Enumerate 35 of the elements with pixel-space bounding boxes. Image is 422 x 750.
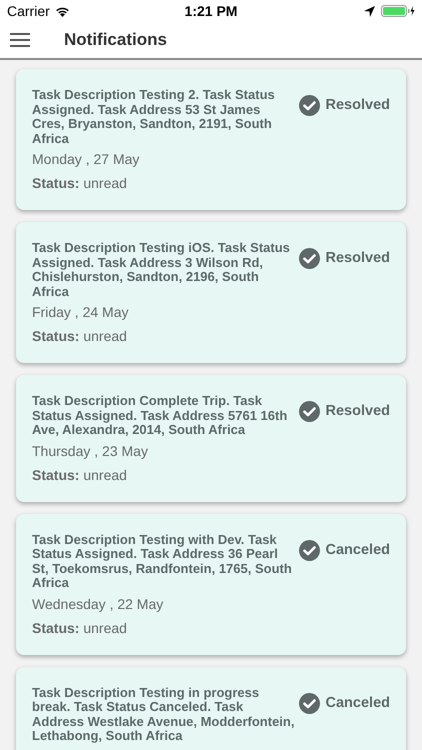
read-status: Status: unread (32, 174, 128, 192)
check-circle-icon (298, 540, 320, 560)
task-state-label: Canceled (326, 694, 390, 712)
menu-button[interactable] (10, 30, 30, 50)
notification-card[interactable]: Task Description Testing with Dev. Task Status Assigned. Task Address 36 Pearl St, Toekomsrus, Randfontein, 1765, South Africa Wednesday , 22 May Status: unread Canceled (16, 514, 406, 654)
task-state-label: Resolved (326, 402, 390, 421)
notification-date: Wednesday , 22 May (32, 594, 164, 612)
read-status: Status: unread (32, 327, 128, 345)
read-status: Status: unread (32, 618, 128, 636)
check-circle-icon (298, 248, 320, 269)
page-title: Notifications (64, 29, 167, 52)
read-status: Status: unread (32, 466, 128, 484)
notification-date: Thursday , 23 May (32, 442, 149, 460)
task-description: Task Description Testing with Dev. Task Status Assigned. Task Address 36 Pearl St, Toekomsrus, Randfontein, 1765, South Africa (32, 532, 293, 590)
notification-card[interactable]: Task Description Complete Trip. Task Status Assigned. Task Address 5761 16th Ave, Alexandra, 2014, South Africa Thursday , 23 May Status: unread Resolved (16, 375, 406, 502)
wifi-icon (54, 6, 70, 16)
notification-card[interactable]: Task Description Testing in progress break. Task Status Canceled. Task Address Westlake Avenue, Modderfontein, Lethabong, South Africa Canceled (16, 666, 406, 750)
clock-time: 1:21 PM (184, 2, 238, 20)
battery-icon (380, 5, 415, 17)
task-state-label: Resolved (326, 249, 390, 268)
notification-date: Friday , 24 May (32, 303, 130, 321)
task-state-label: Canceled (326, 540, 390, 560)
task-description: Task Description Testing in progress break. Task Status Canceled. Task Address Westlake Avenue, Modderfontein, Lethabong, South Africa (32, 686, 295, 744)
task-description: Task Description Complete Trip. Task Status Assigned. Task Address 5761 16th Ave, Alexandra, 2014, South Africa (32, 394, 288, 438)
task-description: Task Description Testing 2. Task Status Assigned. Task Address 53 St James Cres, Bryanston, Sandton, 2191, South Africa (32, 88, 276, 146)
location-arrow-icon (364, 6, 375, 16)
carrier-label: Carrier (7, 2, 50, 20)
check-circle-icon (298, 401, 320, 422)
notification-date: Monday , 27 May (32, 150, 140, 168)
task-state-label: Resolved (326, 96, 390, 115)
check-circle-icon (298, 692, 320, 714)
notification-card[interactable]: Task Description Testing iOS. Task Status Assigned. Task Address 3 Wilson Rd, Chislehurston, Sandton, 2196, South Africa Friday , 24 May Status: unread Resolved (16, 222, 406, 363)
check-circle-icon (298, 95, 320, 116)
notification-card[interactable]: Task Description Testing 2. Task Status Assigned. Task Address 53 St James Cres, Bryanston, Sandton, 2191, South Africa Monday , 27 May Status: unread Resolved (16, 69, 406, 210)
task-description: Task Description Testing iOS. Task Status Assigned. Task Address 3 Wilson Rd, Chislehurston, Sandton, 2196, South Africa (32, 241, 291, 299)
